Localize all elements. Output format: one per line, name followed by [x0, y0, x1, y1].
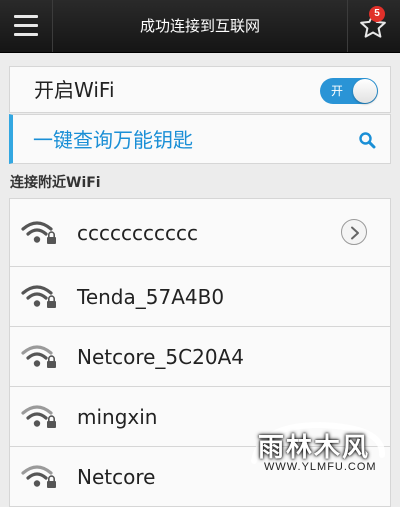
wifi-network-item[interactable]: Netcore_5C20A4 — [9, 327, 391, 387]
wifi-locked-icon — [21, 464, 56, 488]
toggle-on-text: 开 — [331, 84, 344, 98]
wifi-switch-row: 开启WiFi 开 — [9, 66, 391, 113]
watermark-logo: 雨林木风 WWW.YLMFU.COM — [250, 421, 388, 481]
search-icon — [359, 132, 376, 149]
nearby-section-title: 连接附近WiFi — [10, 175, 101, 191]
hamburger-menu-icon-line — [14, 24, 38, 27]
wifi-locked-icon — [21, 404, 56, 428]
wifi-ssid: ccccccccccc — [77, 220, 198, 245]
page-title: 成功连接到互联网 — [139, 17, 260, 35]
wifi-toggle[interactable]: 开 — [320, 78, 378, 104]
watermark-text: 雨林木风 — [258, 433, 371, 463]
hamburger-menu-icon — [14, 15, 38, 18]
menu-button[interactable] — [0, 0, 53, 52]
wifi-locked-icon — [21, 284, 56, 308]
top-bar: 成功连接到互联网 5 — [0, 0, 400, 53]
wifi-network-item[interactable]: ccccccccccc — [9, 198, 391, 267]
notification-badge: 5 — [369, 6, 385, 22]
wifi-locked-icon — [21, 344, 56, 368]
toggle-knob — [353, 79, 377, 103]
wifi-network-item[interactable]: Tenda_57A4B0 — [9, 267, 391, 327]
key-search-row[interactable]: 一键查询万能钥匙 — [9, 114, 391, 164]
wifi-switch-label: 开启WiFi — [34, 78, 115, 102]
wifi-ssid: Tenda_57A4B0 — [77, 284, 225, 309]
chevron-right-icon — [351, 226, 359, 239]
network-detail-button[interactable] — [341, 218, 367, 245]
wifi-ssid: mingxin — [77, 404, 158, 429]
wifi-ssid: Netcore — [77, 464, 156, 489]
key-search-label: 一键查询万能钥匙 — [33, 128, 193, 152]
wifi-locked-icon — [21, 220, 56, 244]
wifi-ssid: Netcore_5C20A4 — [77, 344, 244, 369]
favorites-button[interactable]: 5 — [347, 0, 400, 52]
hamburger-menu-icon-line — [14, 33, 38, 36]
watermark-url: WWW.YLMFU.COM — [264, 461, 377, 473]
